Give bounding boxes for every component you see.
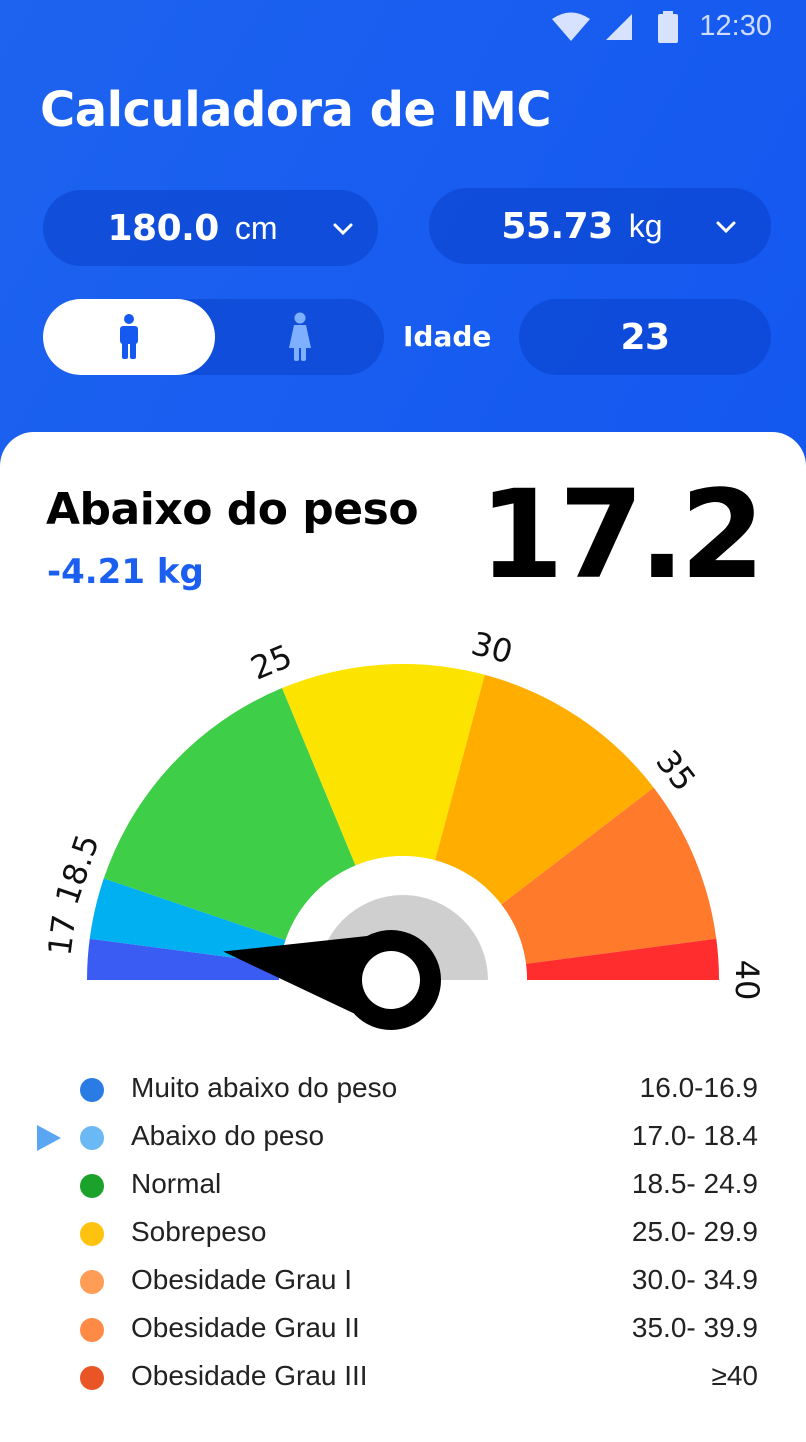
status-time: 12:30 — [699, 10, 772, 42]
battery-icon — [658, 10, 679, 43]
legend-range: 35.0- 39.9 — [631, 1312, 758, 1343]
chevron-down-icon — [333, 223, 353, 236]
legend-label: Obesidade Grau I — [131, 1264, 353, 1295]
gauge-tick-label: 18.5 — [48, 830, 107, 910]
legend-range: ≥40 — [711, 1360, 758, 1391]
legend-dot — [80, 1078, 104, 1102]
legend-range: 18.5- 24.9 — [631, 1168, 758, 1199]
age-value: 23 — [620, 316, 670, 358]
bmi-value: 17.2 — [478, 464, 765, 606]
legend-range: 25.0- 29.9 — [631, 1216, 758, 1247]
status-icons: 12:30 — [551, 10, 772, 43]
result-category: Abaixo do peso — [46, 484, 419, 535]
weight-selector[interactable]: 55.73 kg — [429, 188, 771, 264]
legend-dot — [80, 1126, 104, 1150]
bmi-gauge: 1718.5 25 30 35 40 — [40, 624, 766, 1030]
legend-item: Muito abaixo do peso 16.0-16.9 — [0, 1066, 806, 1114]
gender-male-option[interactable] — [43, 299, 215, 375]
legend-label: Abaixo do peso — [131, 1120, 325, 1151]
status-bar: 12:30 — [0, 0, 806, 56]
legend-label: Muito abaixo do peso — [131, 1072, 398, 1103]
weight-unit: kg — [628, 207, 663, 244]
gauge-tick-label: 35 — [648, 743, 703, 798]
gauge-needle-center — [362, 951, 420, 1009]
gauge-tick-label: 25 — [245, 637, 297, 688]
page-title: Calculadora de IMC — [40, 82, 552, 138]
legend-item: Obesidade Grau III ≥40 — [0, 1354, 806, 1402]
legend-dot — [80, 1222, 104, 1246]
male-icon — [120, 314, 138, 359]
legend-item: Abaixo do peso 17.0- 18.4 — [0, 1114, 806, 1162]
female-icon — [288, 312, 311, 361]
gender-toggle[interactable] — [43, 299, 384, 375]
legend-item: Sobrepeso 25.0- 29.9 — [0, 1210, 806, 1258]
wifi-icon — [552, 12, 591, 41]
gauge-tick-label: 40 — [728, 960, 766, 1001]
height-unit: cm — [234, 209, 278, 246]
signal-icon — [606, 13, 633, 40]
weight-difference: -4.21 kg — [47, 552, 204, 592]
legend-label: Sobrepeso — [131, 1216, 267, 1247]
weight-value: 55.73 — [501, 205, 613, 247]
legend-dot — [80, 1318, 104, 1342]
age-label: Idade — [403, 320, 492, 353]
height-value: 180.0 — [107, 207, 219, 249]
legend-dot — [80, 1174, 104, 1198]
selected-arrow-icon — [37, 1125, 61, 1151]
legend-label: Normal — [131, 1168, 222, 1199]
gauge-tick-label: 30 — [467, 624, 516, 671]
legend-label: Obesidade Grau II — [131, 1312, 360, 1343]
legend-range: 30.0- 34.9 — [631, 1264, 758, 1295]
legend-item: Obesidade Grau I 30.0- 34.9 — [0, 1258, 806, 1306]
legend-label: Obesidade Grau III — [131, 1360, 368, 1391]
legend-dot — [80, 1366, 104, 1390]
height-selector[interactable]: 180.0 cm — [43, 190, 378, 266]
gauge-tick-label: 17 — [40, 912, 83, 957]
chevron-down-icon — [716, 221, 736, 234]
gender-female-option[interactable] — [215, 299, 384, 375]
legend-range: 16.0-16.9 — [639, 1072, 758, 1103]
legend-item: Normal 18.5- 24.9 — [0, 1162, 806, 1210]
legend-range: 17.0- 18.4 — [631, 1120, 758, 1151]
age-selector[interactable]: 23 — [519, 299, 771, 375]
legend-item: Obesidade Grau II 35.0- 39.9 — [0, 1306, 806, 1354]
legend-dot — [80, 1270, 104, 1294]
